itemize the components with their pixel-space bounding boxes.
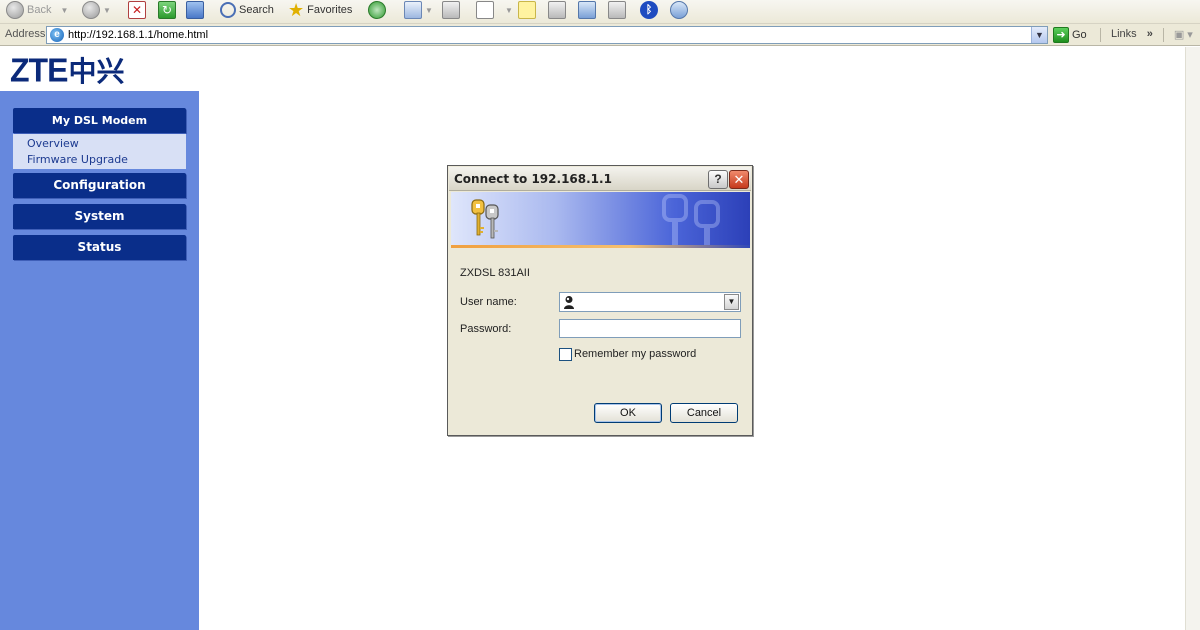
home-icon — [186, 1, 204, 19]
remember-password-checkbox[interactable] — [559, 348, 572, 361]
submenu-item-overview[interactable]: Overview — [13, 136, 186, 152]
refresh-button[interactable]: ↻ — [158, 0, 176, 20]
favorites-button[interactable]: ★ Favorites — [288, 0, 352, 20]
print-icon — [442, 1, 460, 19]
back-dropdown-icon[interactable]: ▼ — [60, 6, 68, 15]
mail-dropdown-icon[interactable]: ▼ — [425, 6, 433, 15]
discuss-icon — [608, 1, 626, 19]
note-icon — [518, 1, 536, 19]
edit-dropdown-icon[interactable]: ▼ — [505, 6, 513, 15]
dialog-title: Connect to 192.168.1.1 — [454, 172, 612, 186]
submenu-item-firmware-upgrade[interactable]: Firmware Upgrade — [13, 152, 186, 168]
bluetooth-button[interactable]: ᛒ — [640, 0, 658, 20]
sidebar — [0, 91, 199, 630]
favorites-label: Favorites — [307, 4, 353, 16]
go-label: Go — [1072, 29, 1087, 41]
vertical-scrollbar[interactable] — [1185, 47, 1200, 630]
search-label: Search — [239, 4, 274, 16]
extra-toolbar-icon[interactable]: ▣ ▾ — [1174, 28, 1193, 42]
menu-status[interactable]: Status — [13, 235, 186, 260]
forward-button[interactable]: ▼ — [82, 0, 111, 20]
forward-icon — [82, 1, 100, 19]
links-chevron-icon[interactable]: » — [1147, 28, 1153, 42]
refresh-icon: ↻ — [158, 1, 176, 19]
research-button[interactable] — [548, 0, 566, 20]
keys-icon — [471, 199, 499, 239]
back-label: Back — [27, 4, 52, 16]
edit-icon — [476, 1, 494, 19]
msn-icon — [670, 1, 688, 19]
back-button[interactable]: Back ▼ — [6, 0, 68, 20]
ok-button[interactable]: OK — [594, 403, 662, 423]
username-combobox[interactable]: ▼ — [559, 292, 741, 312]
stop-icon: ✕ — [128, 1, 146, 19]
address-url[interactable]: http://192.168.1.1/home.html — [68, 29, 208, 41]
discuss-button[interactable] — [608, 0, 626, 20]
go-arrow-icon: ➜ — [1053, 27, 1069, 43]
menu-my-dsl-modem[interactable]: My DSL Modem — [13, 108, 186, 133]
cancel-button[interactable]: Cancel — [670, 403, 738, 423]
dialog-title-bar[interactable]: Connect to 192.168.1.1 ? ✕ — [449, 167, 751, 191]
address-label: Address — [5, 28, 46, 40]
username-dropdown-icon[interactable]: ▼ — [724, 294, 739, 310]
mail-icon — [404, 1, 422, 19]
messenger-button[interactable] — [578, 0, 596, 20]
links-bar[interactable]: Links » ▣ ▾ — [1100, 28, 1193, 42]
mail-button[interactable]: ▼ — [404, 0, 433, 20]
close-button[interactable]: ✕ — [729, 170, 749, 189]
user-icon — [564, 296, 574, 309]
home-button[interactable] — [186, 0, 204, 20]
links-label[interactable]: Links — [1111, 28, 1137, 42]
search-button[interactable]: Search — [220, 0, 274, 20]
submenu-my-dsl-modem: Overview Firmware Upgrade — [13, 134, 186, 169]
go-button[interactable]: ➜ Go — [1053, 27, 1087, 43]
address-input[interactable]: e http://192.168.1.1/home.html ▼ — [46, 26, 1048, 44]
username-label: User name: — [460, 296, 517, 308]
favorites-icon: ★ — [288, 0, 305, 20]
msn-button[interactable] — [670, 0, 688, 20]
menu-configuration[interactable]: Configuration — [13, 173, 186, 198]
messenger-icon — [578, 1, 596, 19]
links-separator — [1100, 28, 1101, 42]
back-icon — [6, 1, 24, 19]
ie-page-icon: e — [50, 28, 64, 42]
product-name: ZXDSL 831AII — [460, 267, 530, 279]
edit-button[interactable]: ▼ — [476, 0, 513, 20]
password-label: Password: — [460, 323, 512, 335]
history-button[interactable] — [368, 0, 386, 20]
note-button[interactable] — [518, 0, 536, 20]
remember-password-label[interactable]: Remember my password — [574, 348, 696, 360]
logo-chinese-text: 中兴 — [68, 55, 125, 88]
banner-watermark-icon — [662, 194, 720, 248]
zte-logo: ZTE 中兴 — [10, 50, 125, 89]
browser-toolbar: Back ▼ ▼ ✕ ↻ Search ★ Favorites ▼ ▼ ᛒ — [0, 0, 1200, 24]
address-dropdown-icon[interactable]: ▼ — [1031, 27, 1047, 43]
search-icon — [220, 2, 236, 18]
menu-system[interactable]: System — [13, 204, 186, 229]
password-input[interactable] — [559, 319, 741, 338]
address-bar: Address e http://192.168.1.1/home.html ▼… — [0, 24, 1200, 46]
dialog-banner — [451, 192, 750, 248]
logo-text: ZTE — [10, 50, 68, 89]
bluetooth-icon: ᛒ — [640, 1, 658, 19]
help-button[interactable]: ? — [708, 170, 728, 189]
stop-button[interactable]: ✕ — [128, 0, 146, 20]
print-button[interactable] — [442, 0, 460, 20]
links-separator-2 — [1162, 28, 1164, 42]
forward-dropdown-icon[interactable]: ▼ — [103, 6, 111, 15]
history-icon — [368, 1, 386, 19]
login-dialog: Connect to 192.168.1.1 ? ✕ ZXDSL 831AII … — [447, 165, 753, 436]
research-icon — [548, 1, 566, 19]
